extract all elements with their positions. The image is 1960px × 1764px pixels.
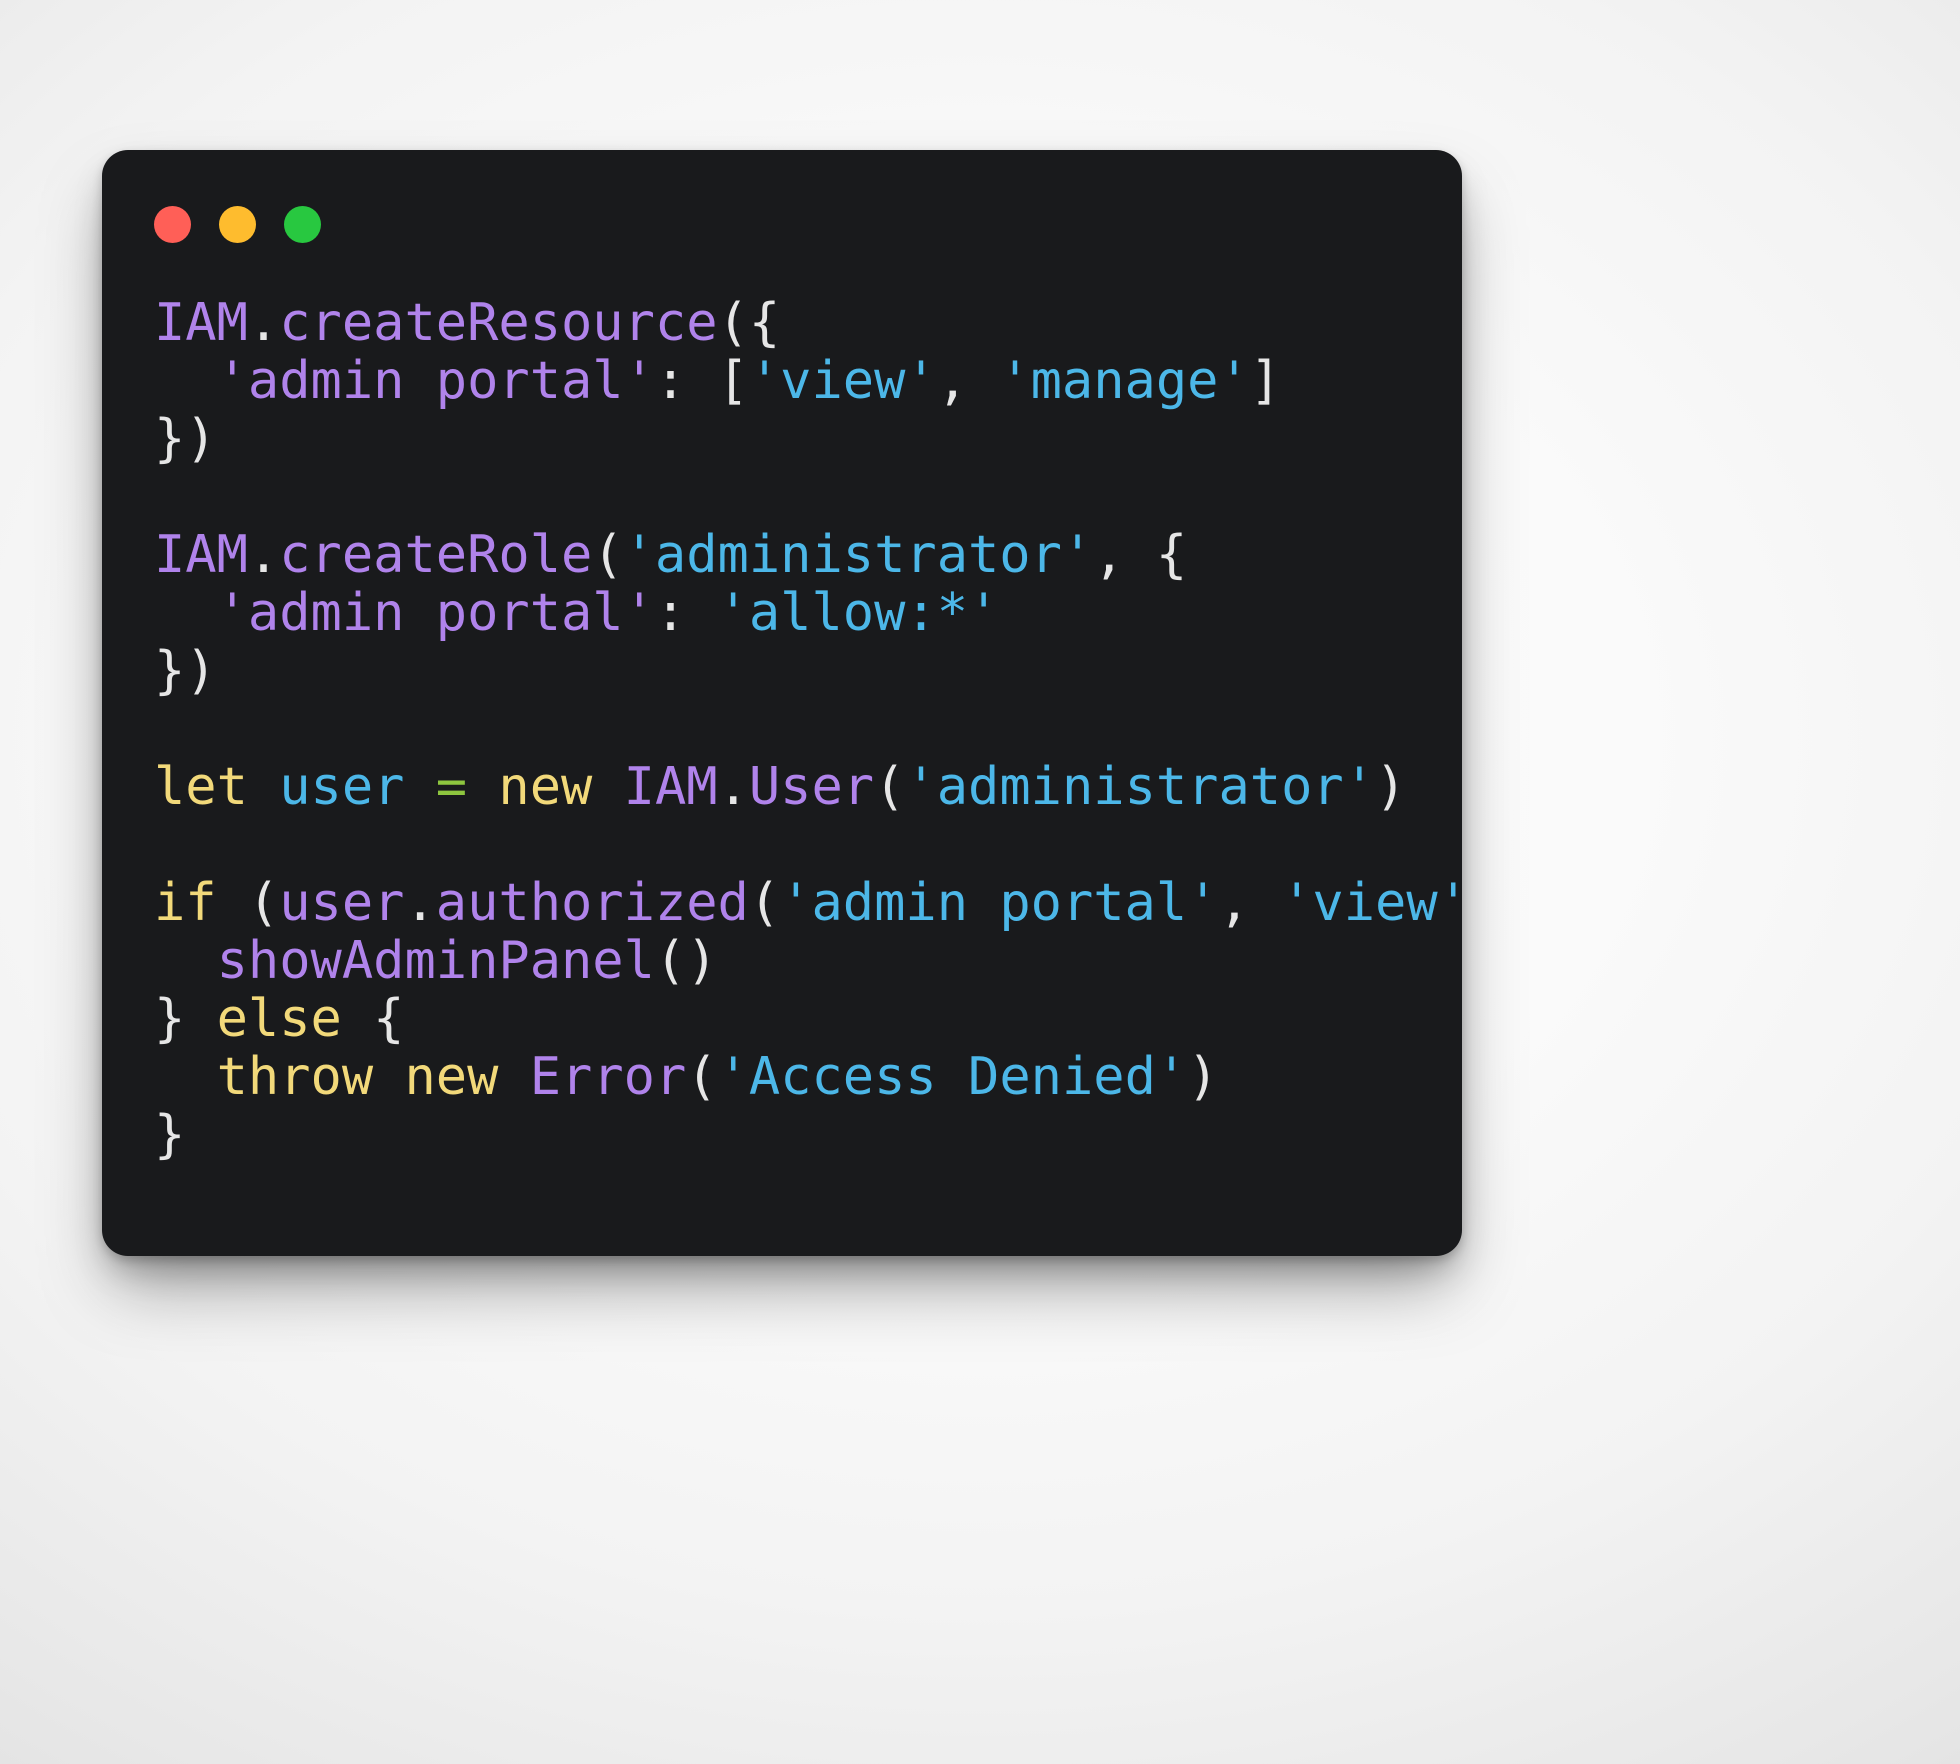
code-token-ident: createRole bbox=[279, 525, 593, 585]
code-token-op: = bbox=[435, 757, 468, 817]
code-token-ident: createResource bbox=[279, 293, 718, 353]
code-token-string: 'administrator' bbox=[905, 757, 1376, 817]
code-line: } else { bbox=[154, 989, 1432, 1049]
code-token-punct: . bbox=[404, 873, 436, 933]
close-window-button[interactable] bbox=[154, 206, 191, 243]
code-token-key: 'admin portal' bbox=[216, 351, 655, 411]
code-token-punct: . bbox=[247, 525, 280, 585]
code-token-string: 'view' bbox=[748, 351, 937, 411]
screenshot-canvas: IAM.createResource({ 'admin portal': ['v… bbox=[0, 0, 1960, 1764]
code-token-kw: let bbox=[154, 757, 248, 817]
code-token-kw: else bbox=[216, 989, 342, 1049]
code-token-string: 'view' bbox=[1281, 873, 1462, 933]
code-line: throw new Error('Access Denied') bbox=[154, 1047, 1432, 1107]
code-token-punct: ) bbox=[1375, 757, 1407, 817]
code-token-ident: User bbox=[748, 757, 875, 817]
code-line: let user = new IAM.User('administrator') bbox=[154, 757, 1432, 817]
code-token-var: user bbox=[279, 757, 405, 817]
code-line: showAdminPanel() bbox=[154, 931, 1432, 991]
code-token-punct: ) bbox=[1187, 1047, 1219, 1107]
code-token-string: 'allow:*' bbox=[717, 583, 1000, 643]
code-line: IAM.createRole('administrator', { bbox=[154, 525, 1432, 585]
minimize-window-button[interactable] bbox=[219, 206, 256, 243]
code-token-punct: }) bbox=[154, 409, 217, 469]
code-token-punct: : bbox=[654, 583, 718, 643]
code-token-ident: showAdminPanel bbox=[216, 931, 655, 991]
code-token-punct bbox=[467, 757, 498, 817]
code-token-punct bbox=[154, 931, 217, 991]
code-token-kw: if bbox=[154, 873, 217, 933]
code-token-punct bbox=[592, 757, 623, 817]
code-token-kw: throw bbox=[216, 1047, 374, 1107]
code-token-punct: . bbox=[247, 293, 280, 353]
code-line: IAM.createResource({ bbox=[154, 293, 1432, 353]
code-line: }) bbox=[154, 409, 1432, 469]
code-token-ident: IAM bbox=[154, 525, 248, 585]
code-token-punct: ( bbox=[216, 873, 280, 933]
code-line: if (user.authorized('admin portal', 'vie… bbox=[154, 873, 1462, 933]
code-token-kw: new bbox=[404, 1047, 499, 1107]
code-token-ident: user bbox=[279, 873, 405, 933]
code-token-punct: . bbox=[717, 757, 749, 817]
code-token-punct: ({ bbox=[717, 293, 781, 353]
code-token-punct bbox=[248, 757, 279, 817]
code-token-punct: () bbox=[654, 931, 718, 991]
code-token-punct: { bbox=[341, 989, 405, 1049]
code-line: } bbox=[154, 1105, 1432, 1165]
code-token-ident: IAM bbox=[154, 293, 248, 353]
code-token-punct bbox=[404, 757, 435, 817]
maximize-window-button[interactable] bbox=[284, 206, 321, 243]
code-token-ident: IAM bbox=[623, 757, 718, 817]
code-line: }) bbox=[154, 641, 1432, 701]
code-token-punct: ] bbox=[1249, 351, 1282, 411]
code-token-punct: } bbox=[154, 1105, 186, 1165]
code-token-punct: : [ bbox=[654, 351, 749, 411]
code-token-punct: ( bbox=[748, 873, 781, 933]
code-token-punct: ( bbox=[874, 757, 906, 817]
code-token-string: 'Access Denied' bbox=[717, 1047, 1188, 1107]
code-token-string: 'manage' bbox=[999, 351, 1250, 411]
code-editor-content[interactable]: IAM.createResource({ 'admin portal': ['v… bbox=[154, 293, 1462, 1165]
code-token-kw: new bbox=[498, 757, 593, 817]
code-token-ident: authorized bbox=[435, 873, 749, 933]
code-token-punct bbox=[498, 1047, 529, 1107]
code-line: 'admin portal': ['view', 'manage'] bbox=[154, 351, 1432, 411]
code-token-ident: Error bbox=[529, 1047, 687, 1107]
code-token-punct bbox=[154, 351, 217, 411]
code-snippet-window: IAM.createResource({ 'admin portal': ['v… bbox=[102, 150, 1462, 1256]
code-token-punct: , bbox=[936, 351, 1000, 411]
code-token-string: 'administrator' bbox=[623, 525, 1094, 585]
code-token-punct bbox=[154, 583, 217, 643]
code-token-punct bbox=[154, 1047, 217, 1107]
code-token-punct: ( bbox=[686, 1047, 718, 1107]
code-token-punct: } bbox=[154, 989, 217, 1049]
code-token-key: 'admin portal' bbox=[216, 583, 655, 643]
code-token-punct: ( bbox=[592, 525, 624, 585]
window-title-bar bbox=[154, 206, 321, 243]
code-token-punct: , { bbox=[1093, 525, 1188, 585]
code-token-punct: }) bbox=[154, 641, 217, 701]
code-line: 'admin portal': 'allow:*' bbox=[154, 583, 1432, 643]
code-token-punct bbox=[373, 1047, 404, 1107]
code-token-punct: , bbox=[1218, 873, 1282, 933]
code-token-string: 'admin portal' bbox=[780, 873, 1219, 933]
